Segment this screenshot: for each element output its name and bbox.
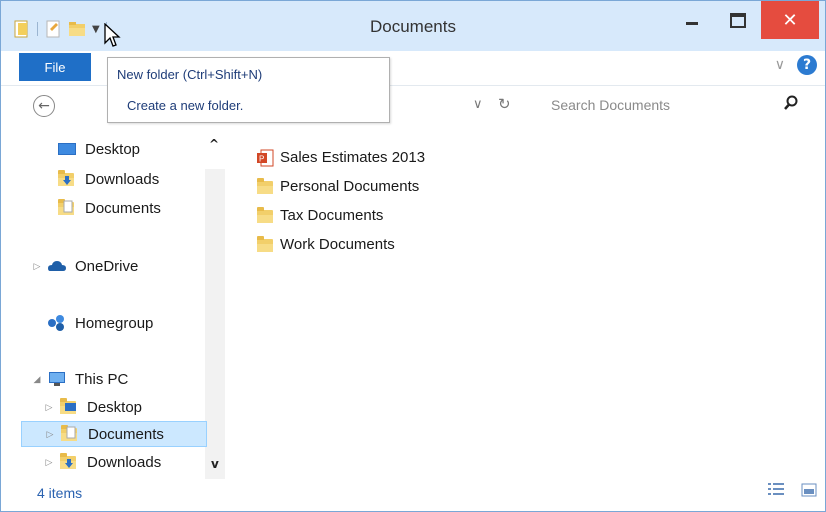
expand-icon[interactable]: ▷ <box>43 457 55 468</box>
close-icon: ✕ <box>782 9 798 31</box>
minimize-button[interactable] <box>669 1 715 39</box>
nav-item-label: Documents <box>85 199 161 217</box>
nav-item-quick-desktop[interactable]: Desktop <box>57 136 140 162</box>
expand-icon[interactable]: ▷ <box>44 429 56 440</box>
nav-item-quick-documents[interactable]: Documents <box>57 195 161 221</box>
help-icon[interactable]: ? <box>797 55 817 75</box>
details-view-icon[interactable] <box>767 481 785 497</box>
homegroup-icon <box>47 314 67 332</box>
search-icon[interactable] <box>783 95 799 111</box>
tooltip-title: New folder (Ctrl+Shift+N) <box>117 67 263 82</box>
list-item[interactable]: Personal Documents <box>256 172 425 201</box>
downloads-folder-icon <box>57 170 77 188</box>
folder-icon <box>256 235 274 254</box>
large-icons-view-icon[interactable] <box>801 482 817 497</box>
computer-icon <box>47 370 67 388</box>
file-name: Work Documents <box>280 236 395 253</box>
list-item[interactable]: Work Documents <box>256 230 425 259</box>
nav-item-label: Homegroup <box>75 314 154 332</box>
list-item[interactable]: Tax Documents <box>256 201 425 230</box>
desktop-folder-icon <box>59 398 79 416</box>
file-tab[interactable]: File <box>19 53 91 81</box>
documents-folder-icon <box>60 425 80 443</box>
svg-text:P: P <box>259 154 264 163</box>
powerpoint-file-icon: P <box>256 149 274 167</box>
nav-item-label: Documents <box>88 425 164 443</box>
navigation-pane[interactable]: ^ v Desktop Downloads Documents ▷ OneDri… <box>19 131 227 479</box>
desktop-icon <box>57 140 77 158</box>
expand-icon[interactable]: ▷ <box>31 261 43 272</box>
close-button[interactable]: ✕ <box>761 1 819 39</box>
nav-scrollbar[interactable] <box>205 169 225 479</box>
refresh-icon[interactable]: ↻ <box>498 95 511 113</box>
recent-locations-icon[interactable]: ∨ <box>473 97 483 112</box>
nav-item-this-pc[interactable]: ◢ This PC <box>31 366 129 392</box>
nav-item-pc-downloads[interactable]: ▷ Downloads <box>43 449 161 475</box>
file-name: Tax Documents <box>280 207 384 224</box>
new-folder-tooltip: New folder (Ctrl+Shift+N) Create a new f… <box>107 57 390 123</box>
explorer-window: ▼ Documents ✕ File ∨ ? New folder (Ctrl+… <box>0 0 826 512</box>
item-count: 4 items <box>37 485 83 501</box>
nav-item-label: Downloads <box>87 453 162 471</box>
expand-ribbon-icon[interactable]: ∨ <box>775 57 785 73</box>
collapse-icon[interactable]: ◢ <box>31 374 43 385</box>
nav-item-pc-desktop[interactable]: ▷ Desktop <box>43 394 142 420</box>
documents-folder-icon <box>57 199 77 217</box>
window-controls: ✕ <box>669 1 819 39</box>
file-name: Sales Estimates 2013 <box>280 149 426 166</box>
nav-item-label: Desktop <box>85 140 141 158</box>
minimize-icon <box>686 21 698 25</box>
maximize-icon <box>730 12 746 28</box>
search-input[interactable] <box>551 97 771 113</box>
maximize-button[interactable] <box>715 1 761 39</box>
downloads-folder-icon <box>59 453 79 471</box>
nav-item-label: OneDrive <box>75 257 139 275</box>
scroll-down-icon[interactable]: v <box>211 457 219 471</box>
nav-item-quick-downloads[interactable]: Downloads <box>57 166 159 192</box>
nav-item-label: Downloads <box>85 170 160 188</box>
list-item[interactable]: P Sales Estimates 2013 <box>256 143 425 172</box>
expand-icon[interactable]: ▷ <box>43 402 55 413</box>
nav-item-pc-documents[interactable]: ▷ Documents <box>21 421 207 447</box>
scroll-up-icon[interactable]: ^ <box>209 137 219 151</box>
tooltip-description: Create a new folder. <box>127 98 244 113</box>
folder-icon <box>256 206 274 225</box>
nav-item-label: This PC <box>75 370 129 388</box>
onedrive-icon <box>47 257 67 275</box>
nav-item-homegroup[interactable]: Homegroup <box>47 310 153 336</box>
back-arrow-icon: ← <box>38 98 50 114</box>
back-button[interactable]: ← <box>33 95 55 117</box>
mouse-pointer-icon <box>103 22 121 53</box>
nav-item-label: Desktop <box>87 398 143 416</box>
folder-icon <box>256 177 274 196</box>
title-bar[interactable]: ▼ Documents ✕ <box>1 1 825 51</box>
file-list: P Sales Estimates 2013 Personal Document… <box>256 143 425 259</box>
file-name: Personal Documents <box>280 178 420 195</box>
nav-item-onedrive[interactable]: ▷ OneDrive <box>31 253 139 279</box>
